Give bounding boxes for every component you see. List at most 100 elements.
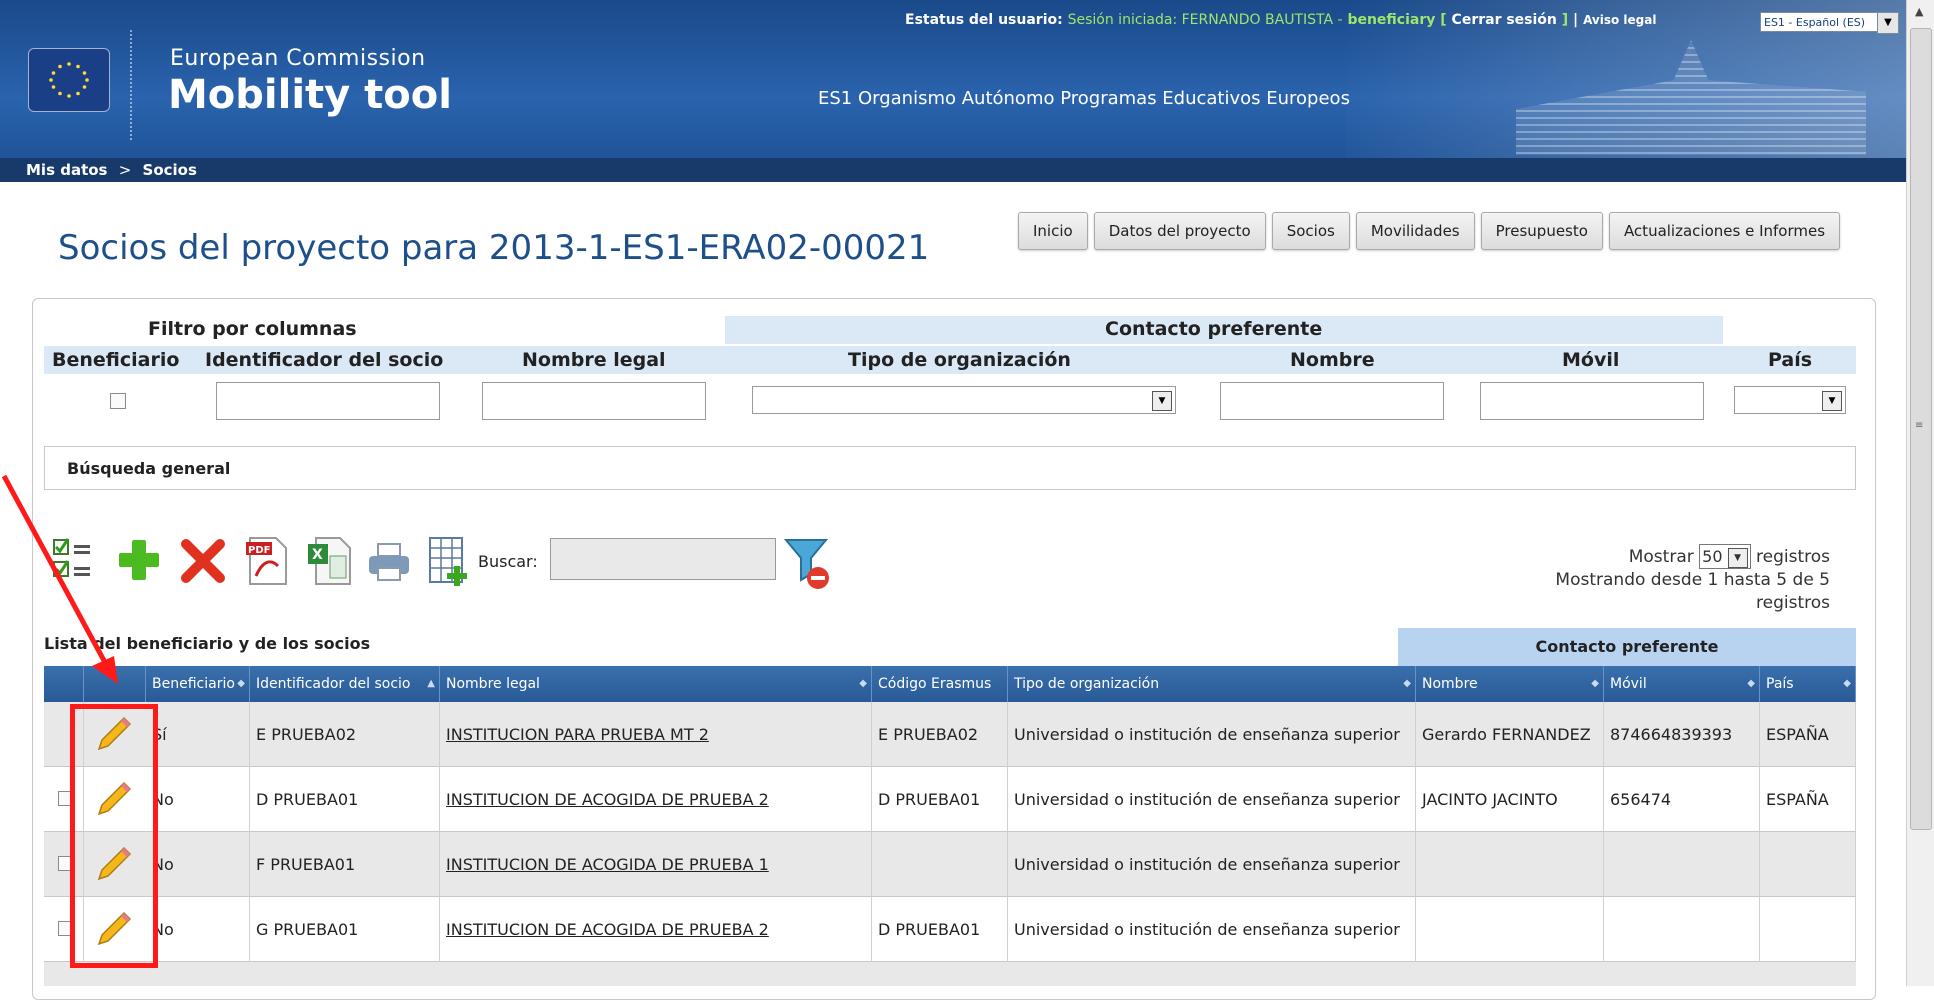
breadcrumb-separator: > (118, 161, 132, 179)
header-pais-label: País (1766, 676, 1794, 692)
language-select[interactable]: ES1 - Español (ES) ▼ (1760, 12, 1899, 34)
tab-socios[interactable]: Socios (1271, 212, 1350, 250)
page-size-value: 50 (1702, 547, 1723, 566)
header-beneficiario[interactable]: Beneficiario ◆ (146, 666, 250, 702)
header-nombre[interactable]: Nombre ◆ (1416, 666, 1604, 702)
pdf-export-icon[interactable]: PDF (244, 536, 290, 586)
cell-nombre-legal-link[interactable]: INSTITUCION DE ACOGIDA DE PRUEBA 1 (440, 832, 872, 897)
cell-pais: ESPAÑA (1760, 702, 1856, 767)
table-row[interactable]: No D PRUEBA01 INSTITUCION DE ACOGIDA DE … (44, 767, 1856, 832)
cell-identificador: D PRUEBA01 (250, 767, 440, 832)
header-movil[interactable]: Móvil ◆ (1604, 666, 1760, 702)
general-search-section[interactable]: Búsqueda general (44, 446, 1856, 490)
filter-label-beneficiario: Beneficiario (52, 349, 180, 371)
filter-contacto-band: Contacto preferente (725, 316, 1723, 344)
tab-datos-proyecto[interactable]: Datos del proyecto (1093, 212, 1266, 250)
cell-codigo-erasmus: E PRUEBA02 (872, 702, 1008, 767)
tab-movilidades[interactable]: Movilidades (1355, 212, 1475, 250)
cell-contacto-nombre: Gerardo FERNANDEZ (1416, 702, 1604, 767)
filter-tipo-select[interactable]: ▼ (752, 386, 1176, 414)
search-input[interactable] (550, 538, 776, 580)
cell-identificador: E PRUEBA02 (250, 702, 440, 767)
header-nombre-legal-label: Nombre legal (446, 676, 540, 692)
search-label: Buscar: (478, 552, 538, 571)
header-codigo-erasmus-label: Código Erasmus (878, 676, 992, 692)
cell-nombre-legal-link[interactable]: INSTITUCION DE ACOGIDA DE PRUEBA 2 (440, 767, 872, 832)
annotation-arrow-icon (1, 474, 118, 684)
delete-icon[interactable] (180, 536, 226, 586)
header-tipo-label: Tipo de organización (1014, 676, 1160, 692)
scroll-up-icon[interactable]: ▲ (1915, 5, 1923, 18)
highlight-box (70, 704, 158, 968)
status-label: Estatus del usuario: (905, 12, 1063, 28)
cell-tipo: Universidad o institución de enseñanza s… (1008, 767, 1416, 832)
cell-beneficiario: No (146, 767, 250, 832)
column-chooser-icon[interactable] (428, 536, 474, 590)
header-codigo-erasmus[interactable]: Código Erasmus (872, 666, 1008, 702)
cell-codigo-erasmus: D PRUEBA01 (872, 897, 1008, 962)
chevron-down-icon[interactable]: ▼ (1822, 391, 1842, 411)
sort-icon: ◆ (1747, 678, 1755, 689)
filter-label-movil: Móvil (1562, 349, 1620, 371)
cell-nombre-legal-link[interactable]: INSTITUCION DE ACOGIDA DE PRUEBA 2 (440, 897, 872, 962)
table-row[interactable] (44, 962, 1856, 986)
cell-tipo: Universidad o institución de enseñanza s… (1008, 702, 1416, 767)
sort-icon: ◆ (1591, 678, 1599, 689)
vertical-scrollbar[interactable]: ▲ ≡ (1906, 0, 1934, 986)
table-row[interactable]: Sí E PRUEBA02 INSTITUCION PARA PRUEBA MT… (44, 702, 1856, 767)
header-nombre-legal[interactable]: Nombre legal ◆ (440, 666, 872, 702)
filter-identificador-input[interactable] (216, 382, 440, 420)
cell-beneficiario: No (146, 897, 250, 962)
showing-text-2: registros (1756, 593, 1830, 613)
user-status: Estatus del usuario: Sesión iniciada: FE… (905, 12, 1657, 28)
svg-text:X: X (312, 547, 323, 563)
session-info: Sesión iniciada: FERNANDO BAUTISTA - (1067, 12, 1343, 28)
filter-movil-input[interactable] (1480, 382, 1704, 420)
cell-pais (1760, 832, 1856, 897)
header-pais[interactable]: País ◆ (1760, 666, 1856, 702)
sort-icon: ◆ (859, 678, 867, 689)
print-icon[interactable] (366, 536, 412, 586)
cell-identificador: F PRUEBA01 (250, 832, 440, 897)
breadcrumb-mis-datos[interactable]: Mis datos (26, 161, 107, 179)
cell-movil (1604, 832, 1760, 897)
showing-text: Mostrando desde 1 hasta 5 de 5 (1555, 570, 1830, 590)
filter-label-nombre-legal: Nombre legal (522, 349, 666, 371)
legal-notice-link[interactable]: Aviso legal (1583, 13, 1656, 27)
cell-codigo-erasmus: D PRUEBA01 (872, 767, 1008, 832)
filter-label-identificador: Identificador del socio (205, 349, 444, 371)
filter-label-nombre: Nombre (1290, 349, 1375, 371)
cell-beneficiario: No (146, 832, 250, 897)
cell-tipo: Universidad o institución de enseñanza s… (1008, 897, 1416, 962)
header-nombre-label: Nombre (1422, 676, 1478, 692)
filter-label-tipo: Tipo de organización (848, 349, 1071, 371)
tab-presupuesto[interactable]: Presupuesto (1480, 212, 1603, 250)
eu-flag-logo (28, 48, 110, 112)
filter-nombre-input[interactable] (1220, 382, 1444, 420)
cell-nombre-legal-link[interactable]: INSTITUCION PARA PRUEBA MT 2 (440, 702, 872, 767)
filter-pais-select[interactable]: ▼ (1734, 386, 1846, 414)
header-movil-label: Móvil (1610, 676, 1647, 692)
logout-link[interactable]: Cerrar sesión (1452, 12, 1557, 28)
table-row[interactable]: No G PRUEBA01 INSTITUCION DE ACOGIDA DE … (44, 897, 1856, 962)
chevron-down-icon[interactable]: ▼ (1727, 547, 1748, 568)
cell-pais (1760, 897, 1856, 962)
tab-actualizaciones[interactable]: Actualizaciones e Informes (1608, 212, 1841, 250)
header-tipo[interactable]: Tipo de organización ◆ (1008, 666, 1416, 702)
filter-contacto-label: Contacto preferente (1105, 318, 1323, 340)
clear-filter-icon[interactable] (784, 536, 832, 592)
chevron-down-icon[interactable]: ▼ (1152, 391, 1172, 411)
excel-export-icon[interactable]: X (306, 536, 352, 586)
breadcrumb: Mis datos > Socios (0, 158, 1906, 182)
filter-beneficiario-checkbox[interactable] (110, 393, 126, 409)
main-tabs: Inicio Datos del proyecto Socios Movilid… (1018, 212, 1841, 250)
app-title: Mobility tool (168, 72, 452, 118)
page-title: Socios del proyecto para 2013-1-ES1-ERA0… (58, 228, 930, 268)
page-size-select[interactable]: 50 ▼ (1699, 544, 1751, 569)
table-row[interactable]: No F PRUEBA01 INSTITUCION DE ACOGIDA DE … (44, 832, 1856, 897)
filter-nombre-legal-input[interactable] (482, 382, 706, 420)
chevron-down-icon[interactable]: ▼ (1877, 12, 1899, 34)
header-identificador[interactable]: Identificador del socio ▲ (250, 666, 440, 702)
sort-icon: ▲ (427, 678, 435, 689)
tab-inicio[interactable]: Inicio (1018, 212, 1088, 250)
